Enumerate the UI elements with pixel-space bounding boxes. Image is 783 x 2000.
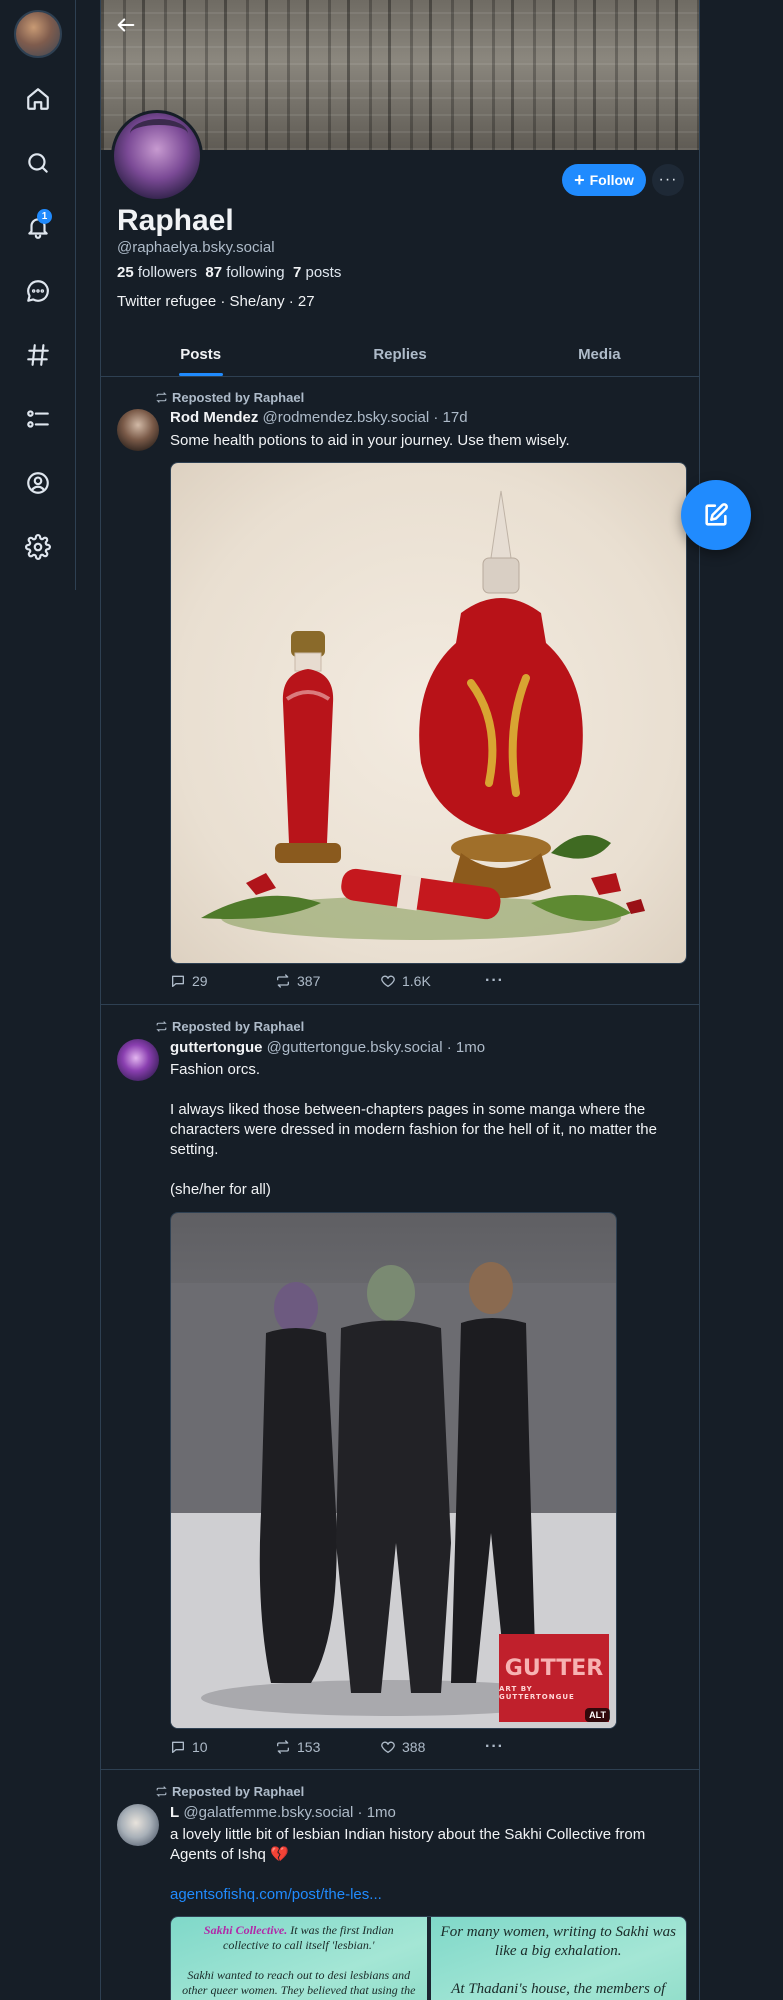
profile-bio: Twitter refugee · She/any · 27 bbox=[117, 293, 315, 310]
profile-stats: 25 followers 87 following 7 posts bbox=[117, 264, 341, 281]
post-header: L @galatfemme.bsky.social · 1mo bbox=[170, 1804, 396, 1821]
post-more-button[interactable]: ··· bbox=[485, 972, 590, 990]
post-author-handle[interactable]: @galatfemme.bsky.social bbox=[183, 1804, 353, 1821]
repost-icon bbox=[277, 974, 289, 988]
settings-gear-icon[interactable] bbox=[18, 527, 58, 567]
post-text: a lovely little bit of lesbian Indian hi… bbox=[170, 1826, 646, 1863]
chat-icon[interactable] bbox=[18, 271, 58, 311]
compose-pencil-icon bbox=[705, 503, 728, 526]
home-icon[interactable] bbox=[18, 79, 58, 119]
feeds-hash-icon[interactable] bbox=[18, 335, 58, 375]
reply-button[interactable]: 29 bbox=[170, 973, 275, 989]
tab-replies[interactable]: Replies bbox=[300, 332, 499, 376]
repost-icon bbox=[156, 392, 167, 403]
posts-count: 7 posts bbox=[292, 264, 342, 281]
current-user-avatar[interactable] bbox=[14, 10, 62, 58]
post-actions: 29 387 1.6K ··· bbox=[170, 971, 590, 991]
post-text: Fashion orcs. I always liked those betwe… bbox=[170, 1061, 657, 1198]
follow-label: Follow bbox=[589, 172, 634, 188]
notification-badge: 1 bbox=[37, 209, 52, 224]
post-text: Some health potions to aid in your journ… bbox=[170, 432, 570, 449]
post-author-name[interactable]: Rod Mendez bbox=[170, 409, 258, 426]
repost-button[interactable]: 153 bbox=[275, 1739, 380, 1755]
compose-button[interactable] bbox=[681, 480, 751, 550]
post-author-name[interactable]: guttertongue bbox=[170, 1039, 262, 1056]
post-actions: 10 153 388 ··· bbox=[170, 1737, 590, 1757]
follow-button[interactable]: + Follow bbox=[562, 164, 646, 196]
back-arrow-icon[interactable] bbox=[111, 10, 141, 40]
plus-icon: + bbox=[574, 170, 585, 190]
alt-text-badge[interactable]: ALT bbox=[585, 1708, 610, 1722]
feed-post[interactable]: Reposted by Raphael L @galatfemme.bsky.s… bbox=[101, 1771, 699, 2000]
reply-icon bbox=[172, 1741, 184, 1753]
search-icon[interactable] bbox=[18, 143, 58, 183]
post-header: guttertongue @guttertongue.bsky.social ·… bbox=[170, 1039, 485, 1056]
post-image-potions[interactable] bbox=[170, 462, 687, 964]
heart-icon bbox=[381, 975, 395, 987]
like-button[interactable]: 388 bbox=[380, 1739, 485, 1755]
followers-link[interactable]: 25 followers bbox=[117, 264, 197, 281]
notifications-icon[interactable]: 1 bbox=[18, 207, 58, 247]
following-link[interactable]: 87 following bbox=[205, 264, 284, 281]
post-author-handle[interactable]: @rodmendez.bsky.social bbox=[263, 409, 430, 426]
post-time: · 17d bbox=[433, 409, 468, 426]
repost-icon bbox=[156, 1786, 167, 1797]
reply-button[interactable]: 10 bbox=[170, 1739, 275, 1755]
repost-indicator: Reposted by Raphael bbox=[155, 390, 304, 405]
post-time: · 1mo bbox=[446, 1039, 486, 1056]
tab-posts[interactable]: Posts bbox=[101, 332, 300, 376]
comic-panel-right: For many women, writing to Sakhi was lik… bbox=[430, 1917, 686, 2000]
repost-indicator: Reposted by Raphael bbox=[155, 1019, 304, 1034]
left-nav: 1 bbox=[0, 0, 76, 590]
repost-icon bbox=[277, 1740, 289, 1754]
post-header: Rod Mendez @rodmendez.bsky.social · 17d bbox=[170, 409, 468, 426]
profile-avatar[interactable] bbox=[111, 110, 203, 202]
repost-button[interactable]: 387 bbox=[275, 973, 380, 989]
post-author-avatar[interactable] bbox=[117, 1804, 159, 1846]
repost-indicator: Reposted by Raphael bbox=[155, 1784, 304, 1799]
feed-post[interactable]: Reposted by Raphael guttertongue @gutter… bbox=[101, 1006, 699, 1770]
display-name: Raphael bbox=[117, 204, 234, 237]
repost-icon bbox=[156, 1021, 167, 1032]
profile-more-button[interactable]: ··· bbox=[652, 164, 684, 196]
profile-icon[interactable] bbox=[18, 463, 58, 503]
heart-icon bbox=[381, 1741, 395, 1753]
profile-tabs: Posts Replies Media bbox=[101, 332, 699, 377]
feed-post[interactable]: Reposted by Raphael Rod Mendez @rodmende… bbox=[101, 378, 699, 1005]
reply-icon bbox=[172, 975, 184, 987]
post-more-button[interactable]: ··· bbox=[485, 1738, 590, 1756]
post-image-fashion-orcs[interactable]: GUTTER ART BY GUTTERTONGUE ALT bbox=[170, 1212, 617, 1729]
post-author-avatar[interactable] bbox=[117, 1039, 159, 1081]
post-time: · 1mo bbox=[357, 1804, 396, 1821]
like-button[interactable]: 1.6K bbox=[380, 973, 485, 989]
post-link[interactable]: agentsofishq.com/post/the-les... bbox=[170, 1885, 680, 1905]
post-author-avatar[interactable] bbox=[117, 409, 159, 451]
profile-handle: @raphaelya.bsky.social bbox=[117, 239, 275, 256]
profile-main-column: + Follow ··· Raphael @raphaelya.bsky.soc… bbox=[100, 0, 700, 2000]
tab-media[interactable]: Media bbox=[500, 332, 699, 376]
lists-icon[interactable] bbox=[18, 399, 58, 439]
comic-panel-left: Sakhi Collective. It was the first India… bbox=[171, 1917, 427, 2000]
post-image-comic[interactable]: Sakhi Collective. It was the first India… bbox=[170, 1916, 687, 2000]
post-author-handle[interactable]: @guttertongue.bsky.social bbox=[267, 1039, 443, 1056]
post-author-name[interactable]: L bbox=[170, 1804, 179, 1821]
